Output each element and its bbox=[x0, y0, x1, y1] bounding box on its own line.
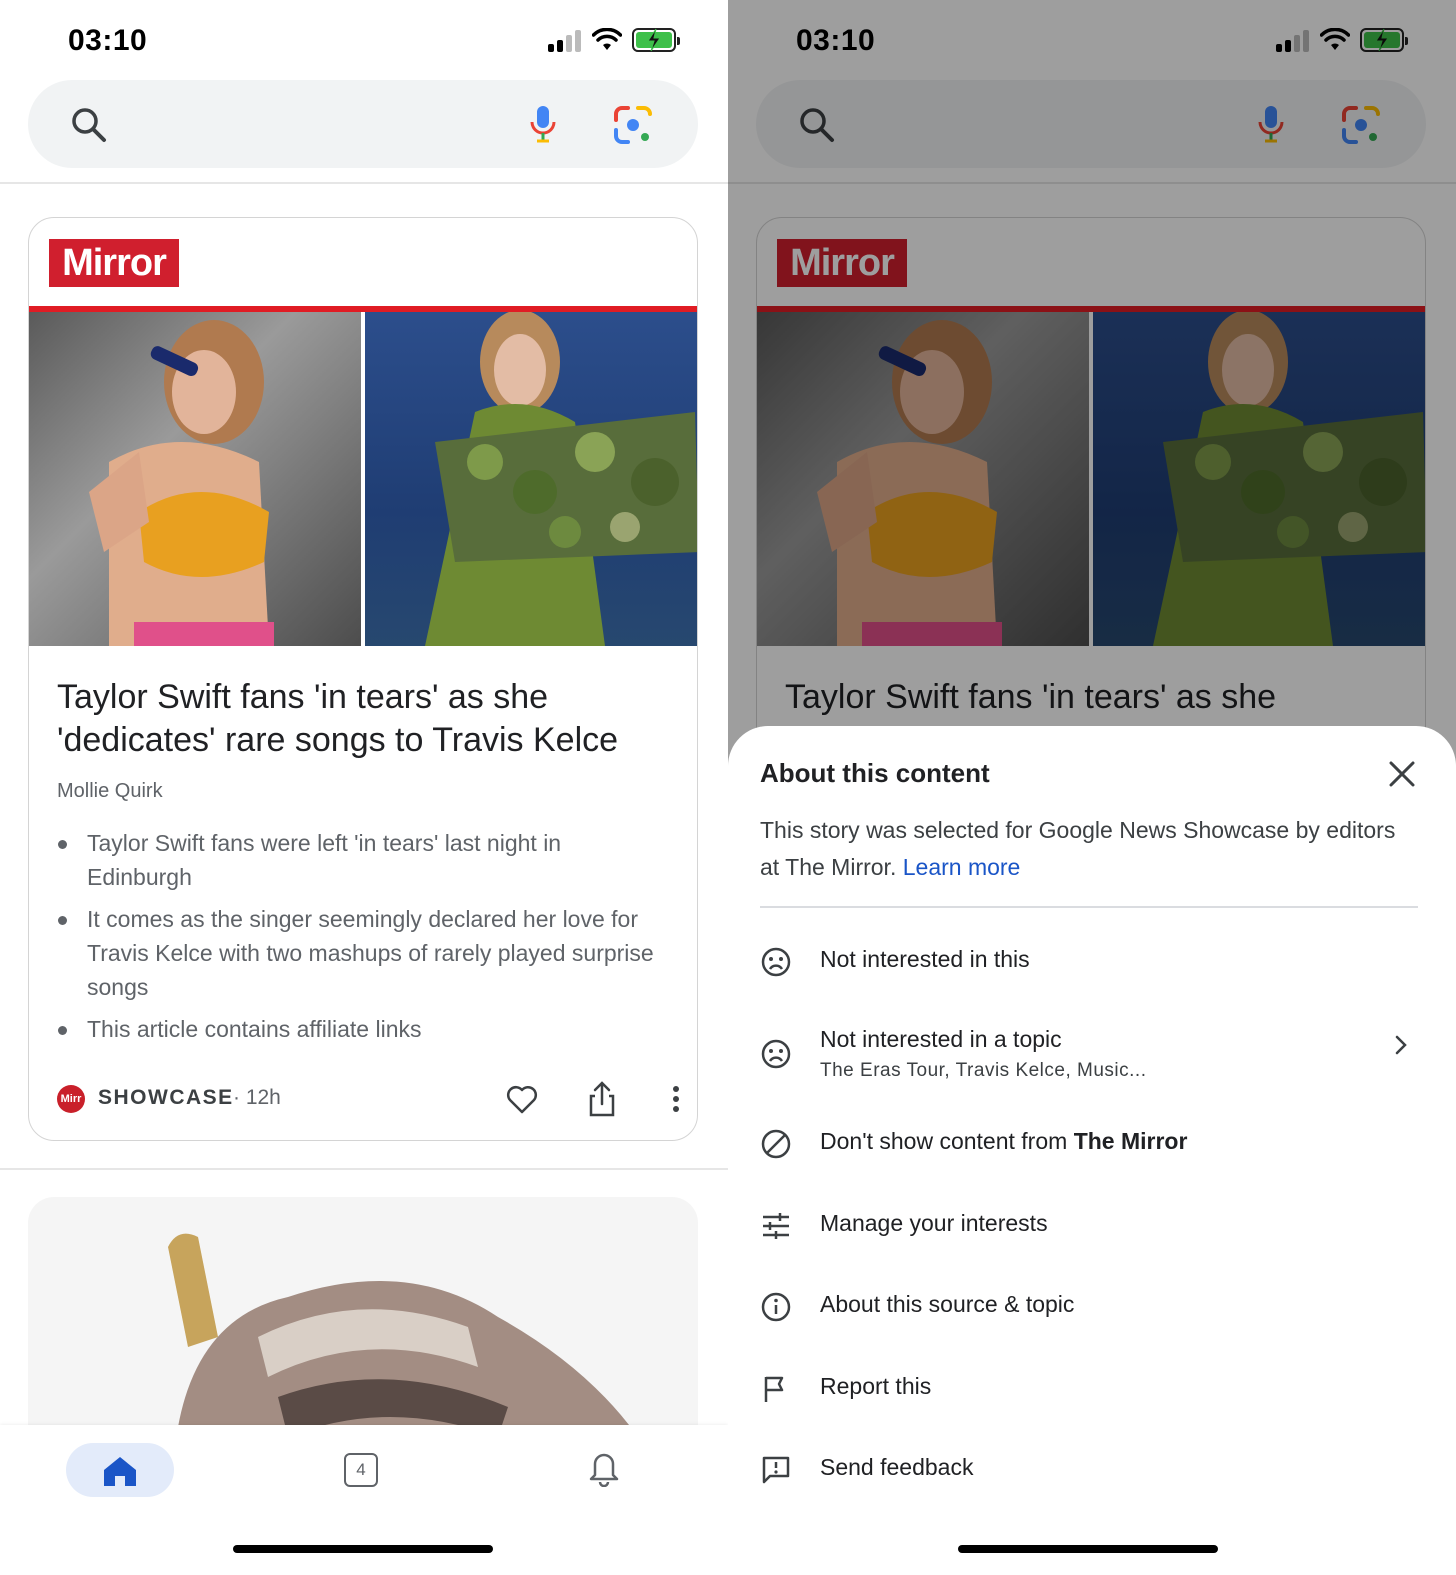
feedback-icon bbox=[762, 1456, 790, 1484]
search-icon[interactable] bbox=[70, 106, 108, 144]
menu-label: Not interested in a topic bbox=[820, 1026, 1062, 1052]
more-options-icon[interactable] bbox=[671, 1084, 681, 1114]
menu-not-interested[interactable]: Not interested in this bbox=[760, 942, 1420, 982]
close-icon[interactable] bbox=[1388, 760, 1416, 788]
tune-icon bbox=[763, 1213, 789, 1239]
article-author: Mollie Quirk bbox=[57, 780, 163, 802]
cellular-signal-icon bbox=[548, 30, 584, 52]
menu-label: Not interested in this bbox=[820, 946, 1030, 972]
article-photo-left bbox=[29, 312, 361, 646]
heart-icon[interactable] bbox=[505, 1082, 539, 1116]
sheet-description: This story was selected for Google News … bbox=[760, 812, 1400, 886]
google-lens-icon[interactable] bbox=[612, 104, 654, 146]
nav-home-tab[interactable] bbox=[66, 1443, 174, 1497]
news-feed-screen: 03:10 Mirror Taylor Swift fans 'in tears… bbox=[0, 0, 728, 1575]
showcase-label[interactable]: SHOWCASE bbox=[98, 1086, 234, 1110]
microphone-icon[interactable] bbox=[528, 104, 558, 144]
menu-label: Send feedback bbox=[820, 1454, 974, 1480]
menu-sublabel: The Eras Tour, Travis Kelce, Music... bbox=[820, 1060, 1147, 1081]
summary-bullet: This article contains affiliate links bbox=[57, 1012, 657, 1046]
description-text: This story was selected for Google News … bbox=[760, 817, 1396, 880]
news-card[interactable]: Mirror Taylor Swift fans 'in tears' as s… bbox=[28, 217, 698, 1141]
menu-label: Report this bbox=[820, 1373, 932, 1399]
chevron-right-icon bbox=[1395, 1035, 1407, 1055]
status-bar: 03:10 bbox=[0, 0, 728, 80]
menu-manage-interests[interactable]: Manage your interests bbox=[760, 1206, 1420, 1246]
search-bar[interactable] bbox=[28, 80, 698, 168]
info-icon bbox=[761, 1292, 791, 1322]
menu-send-feedback[interactable]: Send feedback bbox=[760, 1450, 1420, 1490]
menu-label: About this source & topic bbox=[820, 1291, 1075, 1317]
sheet-title: About this content bbox=[760, 758, 990, 788]
article-headline[interactable]: Taylor Swift fans 'in tears' as she 'ded… bbox=[57, 676, 667, 762]
menu-label: Don't show content from The Mirror bbox=[820, 1128, 1188, 1154]
home-icon bbox=[104, 1457, 136, 1486]
menu-about-source[interactable]: About this source & topic bbox=[760, 1287, 1420, 1327]
menu-dont-show-source[interactable]: Don't show content from The Mirror bbox=[760, 1124, 1420, 1164]
source-favicon: Mirr bbox=[57, 1085, 85, 1113]
status-time: 03:10 bbox=[68, 24, 148, 57]
summary-bullet: Taylor Swift fans were left 'in tears' l… bbox=[57, 826, 657, 894]
notifications-bell-icon[interactable] bbox=[588, 1451, 620, 1487]
feed-divider bbox=[0, 1168, 728, 1170]
header-divider bbox=[0, 182, 728, 184]
block-icon bbox=[761, 1129, 791, 1159]
about-content-screen: 03:10 Mirror Taylor Swift fans 'in tears… bbox=[728, 0, 1456, 1575]
nav-tabs-counter[interactable]: 4 bbox=[344, 1453, 378, 1487]
home-indicator[interactable] bbox=[958, 1545, 1218, 1553]
sheet-divider bbox=[760, 906, 1418, 908]
published-time: · 12h bbox=[233, 1086, 281, 1109]
wifi-icon bbox=[592, 28, 622, 50]
menu-report[interactable]: Report this bbox=[760, 1369, 1420, 1409]
card-footer: Mirr SHOWCASE · 12h bbox=[57, 1080, 679, 1118]
battery-icon bbox=[632, 28, 680, 52]
article-summary-list: Taylor Swift fans were left 'in tears' l… bbox=[57, 826, 657, 1054]
home-indicator[interactable] bbox=[233, 1545, 493, 1553]
sad-face-icon bbox=[761, 947, 791, 977]
share-icon[interactable] bbox=[587, 1080, 617, 1118]
flag-icon bbox=[764, 1376, 784, 1402]
menu-not-interested-topic[interactable]: Not interested in a topic The Eras Tour,… bbox=[760, 1024, 1420, 1084]
about-content-sheet: About this content This story was select… bbox=[728, 726, 1456, 1575]
learn-more-link[interactable]: Learn more bbox=[903, 854, 1021, 880]
article-photo-right bbox=[365, 312, 697, 646]
menu-label: Manage your interests bbox=[820, 1210, 1048, 1236]
summary-bullet: It comes as the singer seemingly declare… bbox=[57, 902, 657, 1004]
sad-face-icon bbox=[761, 1039, 791, 1069]
mirror-logo: Mirror bbox=[49, 239, 179, 287]
